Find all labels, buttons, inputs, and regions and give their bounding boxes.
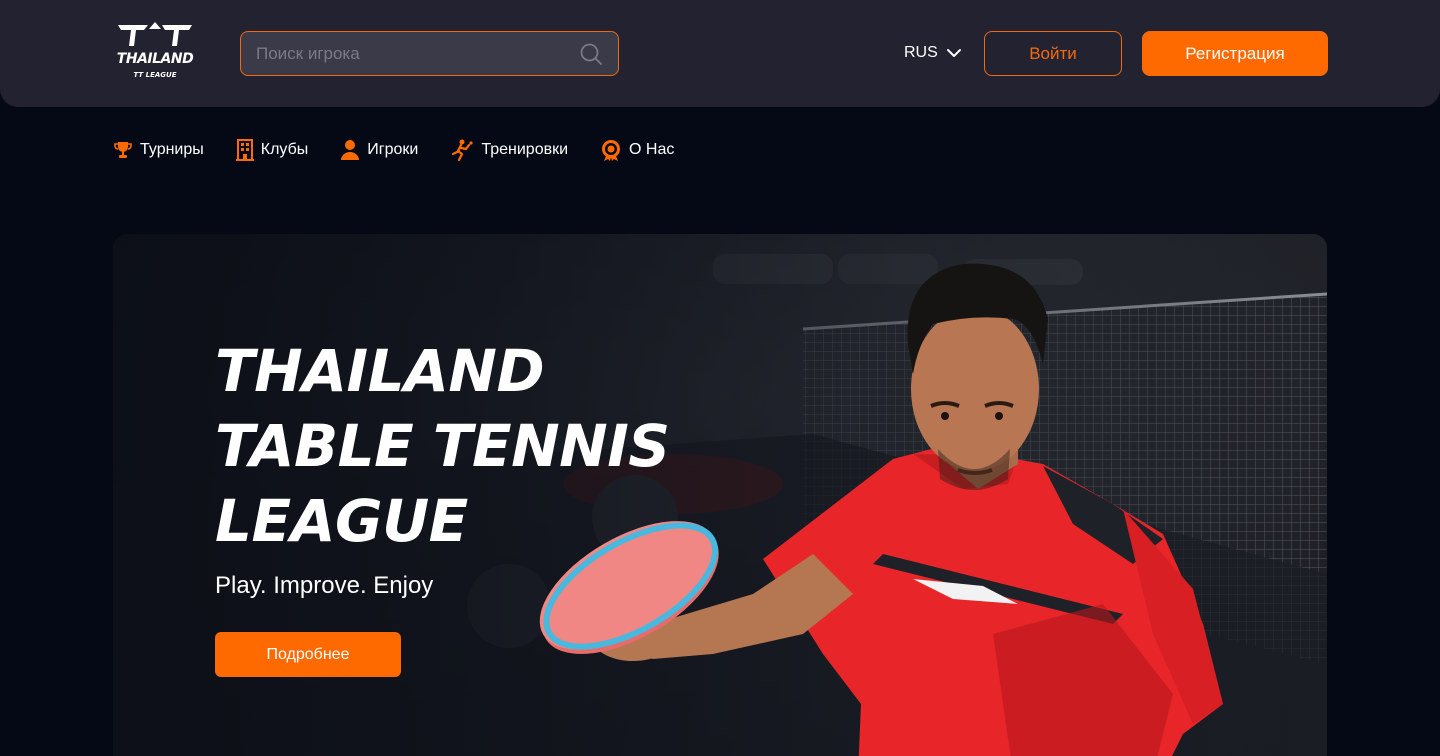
site-header: THAILAND TT LEAGUE RUS Войти Регистрация (0, 0, 1440, 107)
chevron-down-icon (946, 49, 961, 57)
nav-label: Турниры (140, 141, 204, 158)
hero-banner: THAILAND TABLE TENNIS LEAGUE Play. Impro… (113, 234, 1327, 756)
player-search (240, 31, 619, 76)
training-icon (452, 139, 473, 161)
nav-label: О Нас (629, 141, 675, 158)
learn-more-button[interactable]: Подробнее (215, 632, 401, 677)
nav-item-players[interactable]: Игроки (340, 139, 418, 161)
search-input[interactable] (256, 32, 576, 75)
badge-icon (602, 140, 621, 161)
hero-subtitle: Play. Improve. Enjoy (215, 572, 434, 599)
site-logo[interactable]: THAILAND TT LEAGUE (112, 22, 198, 82)
building-icon (235, 139, 254, 161)
hero-title-line: THAILAND (215, 337, 545, 405)
logo-text: THAILAND (116, 51, 194, 67)
main-nav: Турниры Клубы Игроки Тренировки О Нас (113, 138, 706, 162)
nav-label: Игроки (367, 141, 419, 158)
nav-item-about[interactable]: О Нас (600, 139, 674, 161)
hero-title-line: LEAGUE (215, 487, 468, 555)
nav-label: Клубы (260, 141, 309, 158)
nav-item-clubs[interactable]: Клубы (235, 139, 309, 161)
logo-mark-icon (118, 22, 192, 46)
language-label: RUS (904, 44, 938, 61)
nav-item-trainings[interactable]: Тренировки (450, 139, 568, 161)
language-selector[interactable]: RUS (904, 42, 962, 64)
trophy-icon (114, 142, 132, 158)
hero-title: THAILAND TABLE TENNIS LEAGUE (215, 334, 815, 559)
login-button[interactable]: Войти (984, 31, 1122, 76)
search-icon[interactable] (580, 43, 602, 65)
register-button[interactable]: Регистрация (1142, 31, 1328, 76)
hero-title-line: TABLE TENNIS (215, 412, 670, 480)
logo-subtext: TT LEAGUE (133, 71, 177, 79)
user-icon (341, 140, 360, 160)
nav-label: Тренировки (481, 141, 569, 158)
nav-item-tournaments[interactable]: Турниры (113, 140, 204, 160)
